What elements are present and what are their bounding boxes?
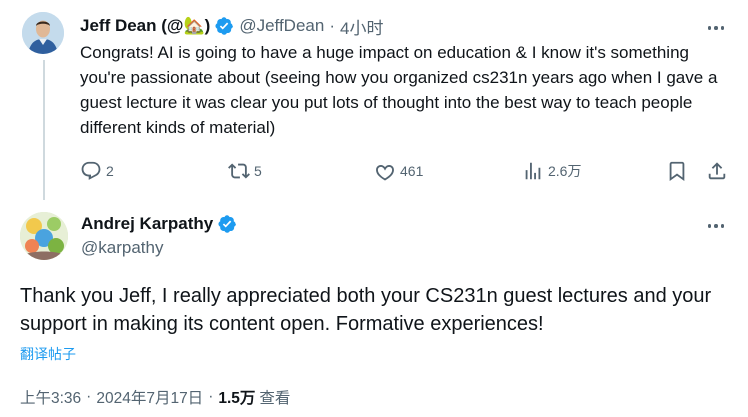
verified-badge-icon [214,16,234,36]
post-date[interactable]: 2024年7月17日 [96,386,203,408]
reply-tweet[interactable]: Jeff Dean (@🏡) @JeffDean · 4小时 Congrats!… [0,0,748,200]
like-button[interactable]: 461 [374,159,423,183]
reply-icon [81,161,101,180]
bookmark-icon [669,161,685,182]
like-count: 461 [400,163,424,179]
post-time[interactable]: 上午3:36 [20,386,81,408]
thread-line [43,60,45,200]
more-icon[interactable] [704,18,728,38]
separator-dot: · [329,16,335,35]
views-label: 查看 [259,390,291,407]
view-count: 2.6万 [548,163,582,179]
views-button[interactable]: 2.6万 [522,159,581,183]
retweet-button[interactable]: 5 [228,159,262,183]
author-name[interactable]: Andrej Karpathy [81,214,213,234]
avatar-jeff-dean[interactable] [22,12,64,54]
author-handle[interactable]: @karpathy [81,238,163,258]
tweet-meta: 上午3:36 · 2024年7月17日 · 1.5万 查看 [20,386,290,408]
retweet-icon [228,163,250,179]
separator-dot: · [208,388,214,405]
retweet-count: 5 [254,163,262,179]
main-header: Andrej Karpathy [81,211,237,237]
more-icon[interactable] [704,216,728,236]
verified-badge-icon [217,214,237,234]
avatar-andrej-karpathy[interactable] [20,212,68,260]
bookmark-button[interactable] [666,159,688,183]
action-bar: 2 5 461 2.6万 [80,159,740,183]
translate-post-link[interactable]: 翻译帖子 [20,344,76,364]
views-count[interactable]: 1.5万 [218,386,255,408]
heart-icon [376,165,394,181]
reply-text: Congrats! AI is going to have a huge imp… [80,43,718,137]
reply-button[interactable]: 2 [80,159,114,183]
share-icon [708,162,726,180]
author-name[interactable]: Jeff Dean (@🏡) [80,16,210,36]
author-handle[interactable]: @JeffDean [239,16,324,36]
reply-count: 2 [106,163,114,179]
views-icon [525,162,541,180]
separator-dot: · [86,388,92,405]
main-tweet-text: Thank you Jeff, I really appreciated bot… [20,285,712,335]
reply-header: Jeff Dean (@🏡) @JeffDean · 4小时 [80,13,383,39]
post-time[interactable]: 4小时 [340,14,383,39]
share-button[interactable] [706,159,728,183]
